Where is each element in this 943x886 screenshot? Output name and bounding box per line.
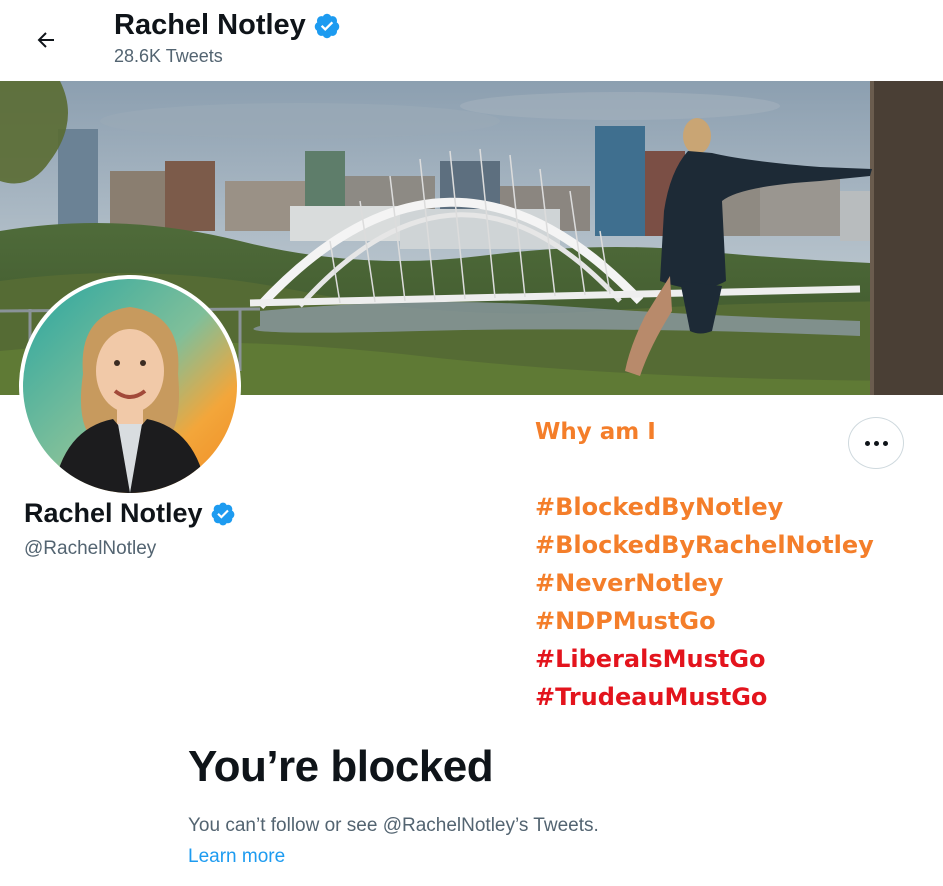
profile-name: Rachel Notley bbox=[24, 498, 236, 529]
overlay-hashtag: #TrudeauMustGo bbox=[535, 683, 768, 711]
overlay-hashtag: #NeverNotley bbox=[535, 569, 724, 597]
more-options-icon bbox=[864, 440, 888, 446]
profile-avatar[interactable] bbox=[19, 275, 241, 497]
header-name-text: Rachel Notley bbox=[114, 9, 306, 41]
blocked-description: You can’t follow or see @RachelNotley’s … bbox=[188, 815, 599, 836]
verified-badge-icon bbox=[211, 502, 234, 525]
tweet-count: 28.6K Tweets bbox=[114, 46, 223, 66]
blocked-title: You’re blocked bbox=[188, 742, 494, 791]
avatar-image bbox=[23, 279, 237, 493]
back-button[interactable] bbox=[28, 22, 64, 58]
profile-name-text: Rachel Notley bbox=[24, 498, 203, 528]
overlay-hashtag: #NDPMustGo bbox=[535, 607, 716, 635]
overlay-hashtag: #BlockedByNotley bbox=[535, 493, 784, 521]
arrow-left-icon bbox=[37, 32, 54, 48]
overlay-hashtag: #BlockedByRachelNotley bbox=[535, 531, 874, 559]
profile-handle: @RachelNotley bbox=[24, 538, 157, 559]
more-options-button[interactable] bbox=[848, 417, 904, 469]
overlay-question: Why am I bbox=[535, 419, 656, 445]
header-title: Rachel Notley bbox=[114, 9, 341, 42]
learn-more-link[interactable]: Learn more bbox=[188, 846, 285, 868]
verified-badge-icon bbox=[314, 13, 340, 38]
overlay-hashtag: #LiberalsMustGo bbox=[535, 645, 766, 673]
